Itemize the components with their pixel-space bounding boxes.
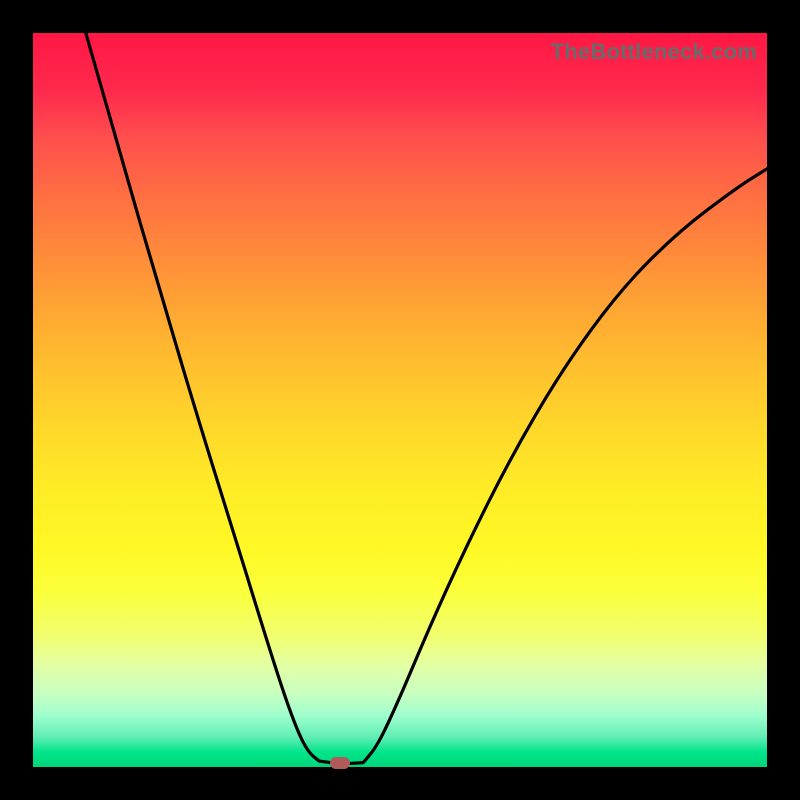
optimum-marker: [330, 757, 350, 769]
plot-area: TheBottleneck.com: [33, 33, 767, 767]
bottleneck-curve: [33, 33, 767, 767]
chart-frame: TheBottleneck.com: [0, 0, 800, 800]
